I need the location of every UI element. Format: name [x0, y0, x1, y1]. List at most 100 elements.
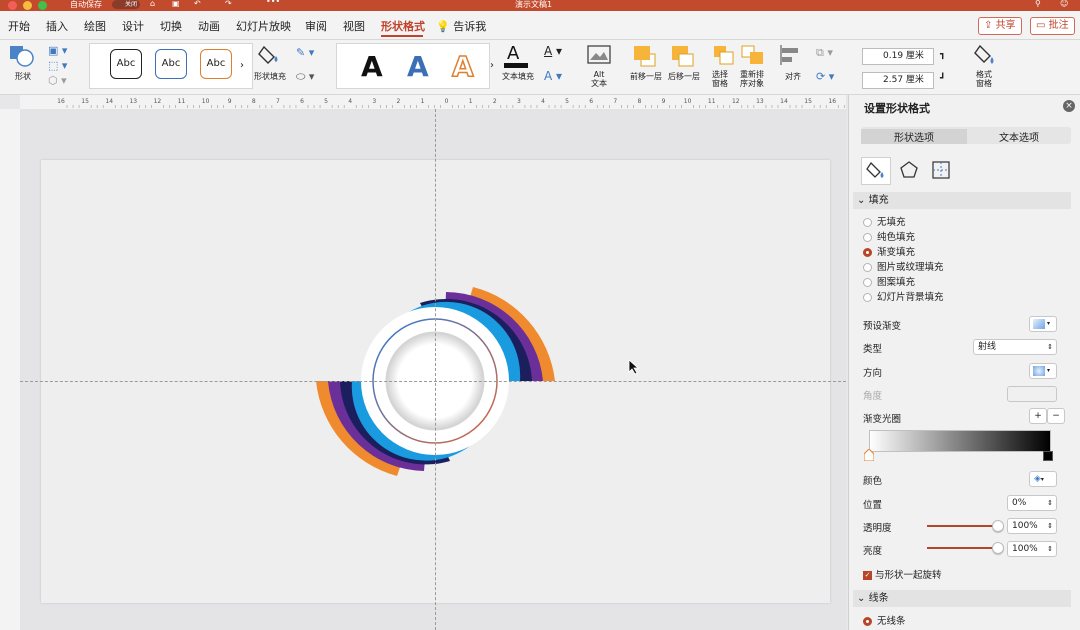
tab-shape-options[interactable]: 形状选项 — [861, 129, 967, 144]
tab-transitions[interactable]: 切换 — [160, 18, 182, 34]
add-gradient-stop-button[interactable]: + — [1029, 408, 1047, 424]
line-section-header[interactable]: ⌄ 线条 — [853, 590, 1071, 607]
bring-forward-button[interactable] — [632, 44, 662, 71]
group-icon[interactable]: ⧉ ▾ — [816, 46, 833, 60]
wordart-blue[interactable]: A — [407, 50, 429, 83]
align-button[interactable] — [779, 44, 805, 69]
transparency-slider-knob[interactable] — [992, 520, 1004, 532]
format-pane-button[interactable] — [972, 44, 998, 71]
gallery-more-icon[interactable]: › — [240, 60, 244, 71]
tab-design[interactable]: 设计 — [122, 18, 144, 34]
line-option-none[interactable]: 无线条 — [863, 615, 906, 628]
preset-gradient-dropdown[interactable]: ▾ — [1029, 316, 1057, 332]
shape-outline-icon[interactable]: ✎ ▾ — [296, 46, 314, 59]
fill-option-pattern[interactable]: 图案填充 — [863, 276, 915, 289]
shape-effects-icon[interactable]: ⬭ ▾ — [296, 70, 314, 84]
tab-draw[interactable]: 绘图 — [84, 18, 106, 34]
ruler-tick-label: 7 — [276, 98, 280, 105]
home-icon[interactable]: ⌂ — [150, 0, 155, 8]
fill-option-picture[interactable]: 图片或纹理填充 — [863, 261, 944, 274]
checkmark-icon[interactable]: ✓ — [863, 571, 872, 580]
tab-view[interactable]: 视图 — [343, 18, 365, 34]
fill-section-header[interactable]: ⌄ 填充 — [853, 192, 1071, 209]
search-icon[interactable]: ⚲ — [1035, 0, 1041, 8]
zoom-window-button[interactable] — [38, 1, 47, 10]
close-window-button[interactable] — [8, 1, 17, 10]
text-effects-icon[interactable]: A ▾ — [544, 69, 562, 83]
tab-animations[interactable]: 动画 — [198, 18, 220, 34]
radio-none[interactable] — [863, 218, 872, 227]
radio-solid[interactable] — [863, 233, 872, 242]
stop-position-input[interactable]: 0% ⇕ — [1007, 495, 1057, 511]
share-button[interactable]: ⇪ 共享 — [978, 17, 1022, 35]
rotate-icon[interactable]: ⟳ ▾ — [816, 70, 834, 83]
wordart-orange-outline[interactable]: A — [451, 49, 474, 84]
reorder-objects-button[interactable] — [740, 44, 770, 71]
insert-shape-button[interactable] — [9, 44, 35, 71]
comments-button[interactable]: ▭ 批注 — [1030, 17, 1075, 35]
autosave-toggle[interactable]: 关闭 — [112, 0, 140, 9]
redo-icon[interactable]: ↷ — [225, 0, 232, 8]
wordart-more-icon[interactable]: › — [490, 60, 494, 71]
save-icon[interactable]: ▣ — [172, 0, 180, 8]
transparency-input[interactable]: 100% ⇕ — [1007, 518, 1057, 534]
brightness-slider[interactable] — [927, 547, 997, 549]
document-title: 演示文稿1 — [515, 0, 553, 9]
edit-shape-icon[interactable]: ⬚ ▾ — [48, 59, 67, 72]
tab-home[interactable]: 开始 — [8, 18, 30, 34]
selection-pane-button[interactable] — [712, 44, 736, 71]
radio-no-line[interactable] — [863, 617, 872, 626]
chevron-down-icon: ⌄ — [857, 195, 866, 206]
fill-option-gradient[interactable]: 渐变填充 — [863, 246, 915, 259]
radio-picture[interactable] — [863, 263, 872, 272]
tab-slideshow[interactable]: 幻灯片放映 — [236, 18, 291, 34]
gradient-stop-selected[interactable] — [863, 448, 875, 462]
tab-shape-format[interactable]: 形状格式 — [381, 18, 425, 34]
radio-gradient[interactable] — [863, 248, 872, 257]
shape-style-blue[interactable]: Abc — [155, 49, 187, 79]
brightness-slider-knob[interactable] — [992, 542, 1004, 554]
stop-color-dropdown[interactable]: ◈▾ — [1029, 471, 1057, 487]
radio-slide-bg[interactable] — [863, 293, 872, 302]
gradient-stop-black[interactable] — [1043, 451, 1053, 461]
tab-insert[interactable]: 插入 — [46, 18, 68, 34]
fill-option-slide-bg[interactable]: 幻灯片背景填充 — [863, 291, 944, 304]
wordart-black[interactable]: A — [361, 50, 383, 83]
tell-me-search[interactable]: 💡 告诉我 — [436, 18, 486, 34]
close-pane-icon[interactable]: × — [1063, 100, 1075, 112]
account-icon[interactable]: ☺ — [1060, 0, 1068, 8]
transparency-slider[interactable] — [927, 525, 997, 527]
shape-style-black[interactable]: Abc — [110, 49, 142, 79]
alt-text-button[interactable] — [587, 45, 611, 68]
lock-aspect-lower-icon[interactable]: ┛ — [940, 74, 945, 84]
gradient-type-select[interactable]: 射线 ⇕ — [973, 339, 1057, 355]
shape-style-orange[interactable]: Abc — [200, 49, 232, 79]
brightness-input[interactable]: 100% ⇕ — [1007, 541, 1057, 557]
shape-height-input[interactable]: 0.19 厘米 — [862, 48, 934, 65]
size-properties-tab[interactable] — [927, 157, 955, 183]
fill-line-tab[interactable] — [861, 157, 891, 185]
gradient-stop-bar[interactable] — [869, 430, 1051, 452]
fill-option-solid[interactable]: 纯色填充 — [863, 231, 915, 244]
fill-option-none[interactable]: 无填充 — [863, 216, 906, 229]
more-icon[interactable]: ••• — [266, 0, 280, 6]
text-fill-button[interactable]: A — [503, 42, 529, 73]
text-outline-icon[interactable]: A ▾ — [544, 44, 562, 58]
shape-fill-button[interactable] — [258, 44, 286, 69]
send-backward-button[interactable] — [670, 44, 700, 71]
lock-aspect-icon[interactable]: ┓ — [940, 50, 945, 60]
horizontal-guide[interactable] — [20, 381, 846, 382]
rotate-with-shape-checkbox[interactable]: ✓ 与形状一起旋转 — [863, 567, 942, 581]
remove-gradient-stop-button[interactable]: − — [1047, 408, 1065, 424]
text-box-icon[interactable]: ▣ ▾ — [48, 44, 67, 57]
tab-text-options[interactable]: 文本选项 — [967, 129, 1071, 144]
tab-review[interactable]: 审阅 — [305, 18, 327, 34]
shape-width-input[interactable]: 2.57 厘米 — [862, 72, 934, 89]
radio-pattern[interactable] — [863, 278, 872, 287]
merge-shapes-icon[interactable]: ⬡ ▾ — [48, 74, 67, 87]
vertical-guide[interactable] — [435, 109, 436, 630]
direction-dropdown[interactable]: ▾ — [1029, 363, 1057, 379]
effects-tab[interactable] — [895, 157, 923, 183]
undo-icon[interactable]: ↶ — [194, 0, 201, 8]
minimize-window-button[interactable] — [23, 1, 32, 10]
